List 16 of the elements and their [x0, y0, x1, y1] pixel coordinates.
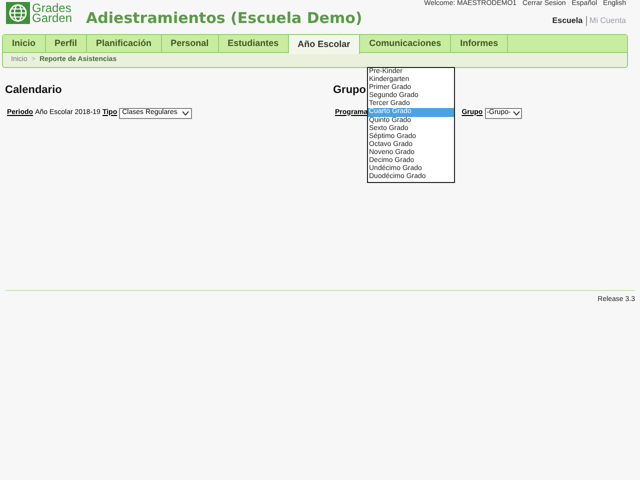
nav-tab[interactable]: Personal: [162, 35, 219, 53]
account-link[interactable]: Escuela: [552, 15, 583, 27]
nav-tab[interactable]: Comunicaciones: [360, 35, 452, 53]
section-heading: Grupo: [333, 83, 366, 98]
nav-tab[interactable]: Perfil: [46, 35, 88, 53]
globe-logo-icon: [6, 2, 30, 24]
chevron-icon: [512, 110, 520, 116]
logo-text: Grades: [32, 3, 72, 13]
nav-tab[interactable]: Año Escolar: [288, 35, 360, 54]
section-heading: Calendario: [5, 83, 63, 98]
nav-tab[interactable]: Informes: [451, 35, 508, 53]
nav-tab[interactable]: Inicio: [3, 35, 46, 53]
chevron-icon: [182, 110, 190, 116]
logo-text: Garden: [32, 13, 72, 23]
nav-tab[interactable]: Planificación: [87, 35, 162, 53]
page-title: Adiestramientos (Escuela Demo): [86, 8, 362, 29]
